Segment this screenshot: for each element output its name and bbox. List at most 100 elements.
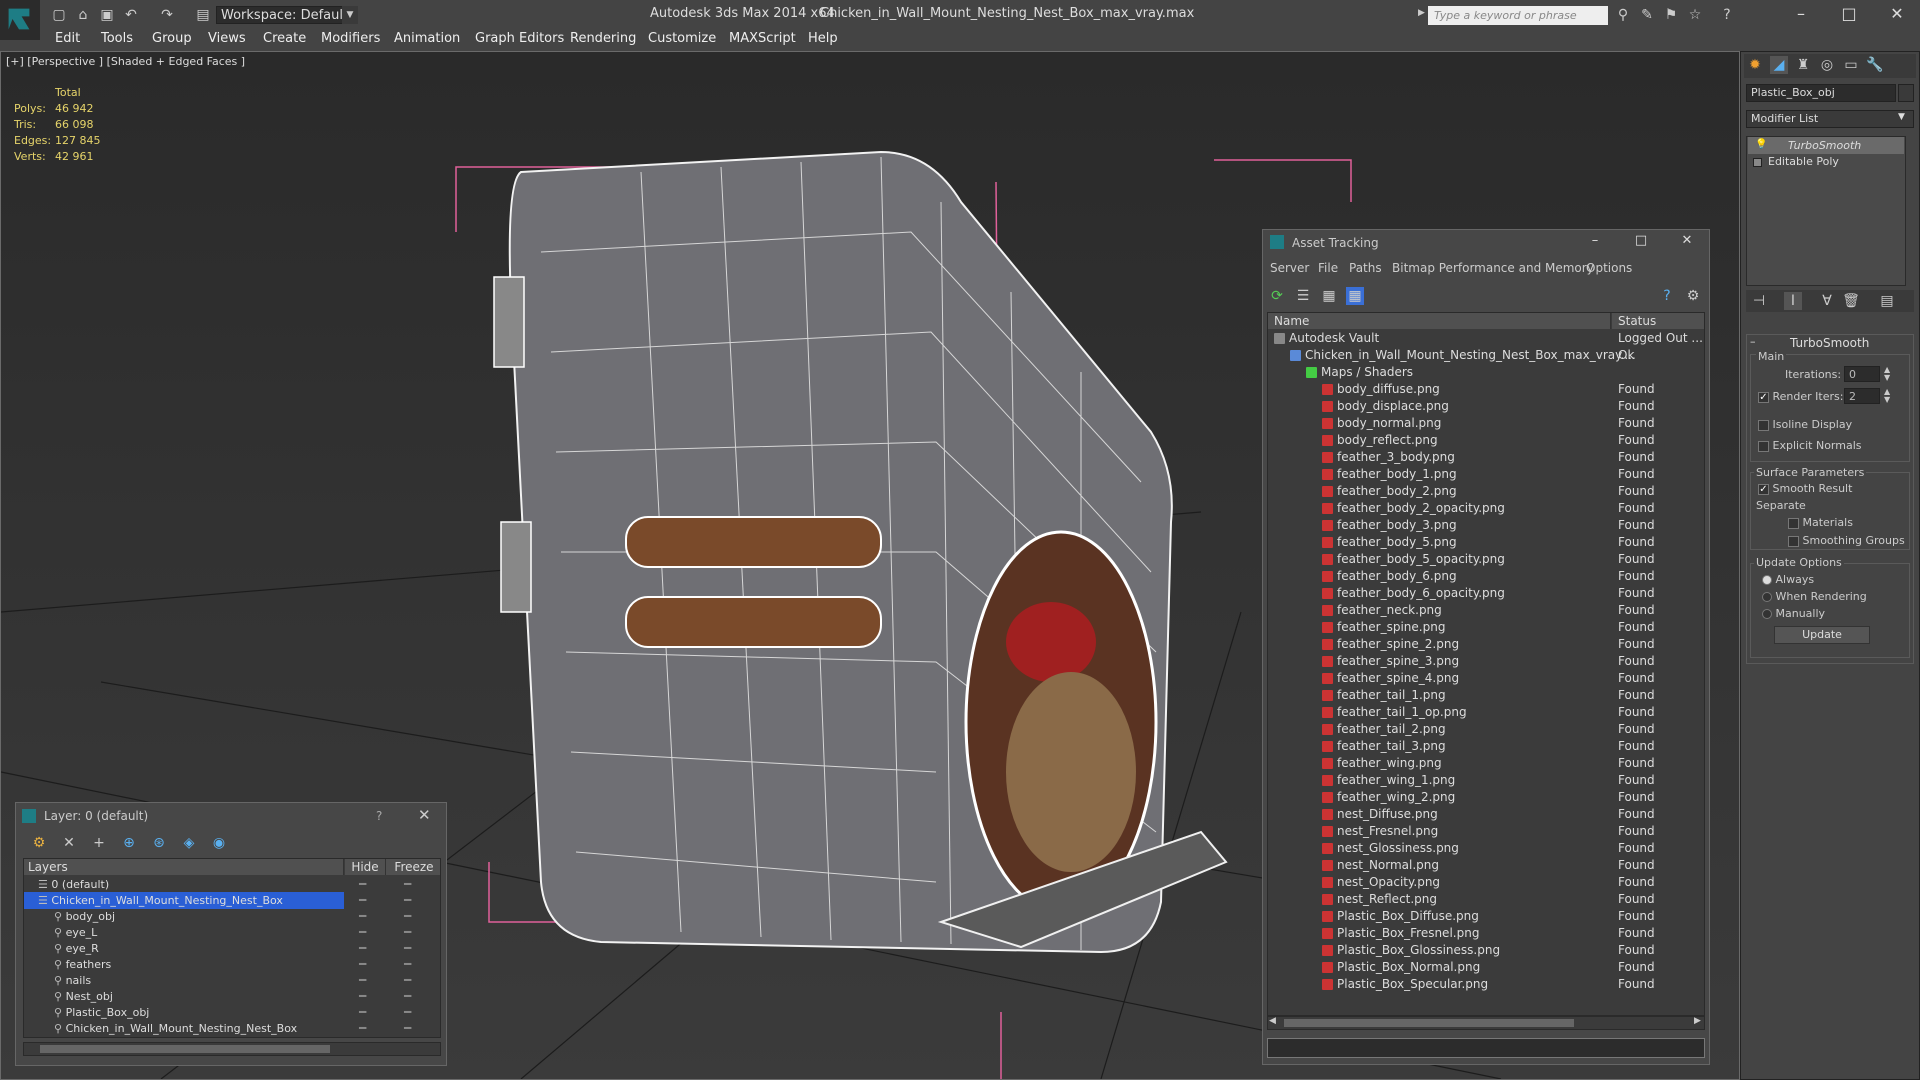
minimize-icon[interactable]: – [1580,229,1610,253]
delete-layer-icon[interactable]: ✕ [60,834,78,852]
asset-row[interactable]: Plastic_Box_Normal.png [1322,959,1480,976]
maximize-icon[interactable]: □ [1626,229,1656,253]
asset-row[interactable]: feather_body_2.png [1322,483,1457,500]
at-menu-server[interactable]: Server [1270,261,1309,275]
workspace-dropdown[interactable]: Workspace: Default [216,6,358,24]
asset-row[interactable]: feather_body_5.png [1322,534,1457,551]
modifier-list-dropdown[interactable]: Modifier List [1746,110,1914,128]
menu-graph-editors[interactable]: Graph Editors [475,31,564,46]
menu-views[interactable]: Views [208,31,246,46]
path-field[interactable] [1267,1038,1705,1058]
scrollbar-thumb[interactable] [1284,1019,1574,1027]
hide-toggle[interactable]: ━ [359,1020,366,1037]
always-radio[interactable] [1762,575,1772,585]
isoline-checkbox[interactable] [1758,419,1769,431]
refresh-icon[interactable]: ⟳ [1268,287,1286,305]
asset-row[interactable]: body_displace.png [1322,398,1449,415]
at-menu-file[interactable]: File [1318,261,1338,275]
communication-center-icon[interactable]: ✎ [1638,6,1656,24]
settings-icon[interactable]: ⚙ [1684,287,1702,305]
create-tab-icon[interactable]: ✹ [1746,56,1764,74]
thumbnail-view-icon[interactable]: ▦ [1320,287,1338,305]
chevron-down-icon[interactable]: ▼ [1898,112,1905,122]
display-tab-icon[interactable]: ▭ [1842,56,1860,74]
asset-row[interactable]: Plastic_Box_Fresnel.png [1322,925,1479,942]
hide-toggle[interactable]: ━ [359,892,366,909]
materials-checkbox[interactable] [1788,517,1799,529]
freeze-toggle[interactable]: ━ [404,1020,411,1037]
asset-row[interactable]: feather_wing_1.png [1322,772,1455,789]
asset-row[interactable]: nest_Opacity.png [1322,874,1440,891]
asset-row[interactable]: feather_body_3.png [1322,517,1457,534]
asset-row[interactable]: Maps / Shaders [1306,364,1413,381]
at-horizontal-scrollbar[interactable] [1267,1016,1705,1030]
menu-animation[interactable]: Animation [394,31,460,46]
asset-row[interactable]: feather_tail_1.png [1322,687,1446,704]
hide-toggle[interactable]: ━ [359,908,366,925]
asset-row[interactable]: nest_Reflect.png [1322,891,1437,908]
hide-toggle[interactable]: ━ [359,972,366,989]
asset-row[interactable]: feather_body_2_opacity.png [1322,500,1505,517]
asset-row[interactable]: feather_body_5_opacity.png [1322,551,1505,568]
explicit-normals-checkbox[interactable] [1758,440,1769,452]
layer-row[interactable]: ⚲ Plastic_Box_obj [54,1004,149,1021]
asset-row[interactable]: nest_Fresnel.png [1322,823,1438,840]
stack-item-editable-poly[interactable]: Editable Poly [1748,153,1904,170]
pin-stack-icon[interactable]: ⊣ [1750,292,1768,310]
star-icon[interactable]: ☆ [1686,6,1704,24]
rollout-title[interactable]: TurboSmooth [1790,336,1869,350]
help-icon[interactable]: ? [1658,287,1676,305]
highlight-layer-icon[interactable]: ◈ [180,834,198,852]
menu-group[interactable]: Group [152,31,192,46]
table-view-icon[interactable]: ▦ [1346,287,1364,305]
iterations-spinner[interactable]: 0 [1844,366,1880,382]
render-iters-spinner[interactable]: 2 [1844,388,1880,404]
select-objects-icon[interactable]: ⊛ [150,834,168,852]
layer-row[interactable]: ☰ Chicken_in_Wall_Mount_Nesting_Nest_Box [38,892,283,909]
freeze-toggle[interactable]: ━ [404,956,411,973]
utilities-tab-icon[interactable]: 🔧 [1866,56,1884,74]
asset-row[interactable]: feather_body_6_opacity.png [1322,585,1505,602]
object-name-field[interactable]: Plastic_Box_obj [1746,84,1896,102]
freeze-toggle[interactable]: ━ [404,940,411,957]
asset-row[interactable]: feather_body_1.png [1322,466,1457,483]
minimize-icon[interactable]: – [1786,2,1816,26]
freeze-toggle[interactable]: ━ [404,988,411,1005]
help-icon[interactable]: ? [1718,6,1736,24]
modify-tab-icon[interactable]: ◢ [1770,56,1788,74]
freeze-column-header[interactable]: Freeze [386,859,440,875]
search-expand-icon[interactable]: ▶ [1418,8,1425,18]
open-file-icon[interactable]: ⌂ [74,6,92,24]
add-selection-icon[interactable]: ⊕ [120,834,138,852]
list-view-icon[interactable]: ☰ [1294,287,1312,305]
binoculars-icon[interactable]: ⚲ [1614,6,1632,24]
menu-create[interactable]: Create [263,31,306,46]
freeze-toggle[interactable]: ━ [404,892,411,909]
layer-row[interactable]: ⚲ Chicken_in_Wall_Mount_Nesting_Nest_Box [54,1020,297,1037]
asset-row[interactable]: body_diffuse.png [1322,381,1440,398]
asset-row[interactable]: Plastic_Box_Glossiness.png [1322,942,1500,959]
make-unique-icon[interactable]: ∀ [1818,292,1836,310]
smoothing-groups-checkbox[interactable] [1788,535,1799,547]
object-color-swatch[interactable] [1898,84,1914,102]
hide-toggle[interactable]: ━ [359,876,366,893]
close-icon[interactable]: ✕ [1672,229,1702,253]
layer-settings-icon[interactable]: ⚙ [30,834,48,852]
project-folder-icon[interactable]: ▤ [194,6,212,24]
asset-row[interactable]: feather_spine.png [1322,619,1445,636]
scroll-left-icon[interactable]: ◀ [1269,1016,1276,1026]
asset-row[interactable]: body_normal.png [1322,415,1441,432]
menu-modifiers[interactable]: Modifiers [321,31,380,46]
manually-radio[interactable] [1762,609,1772,619]
asset-row[interactable]: nest_Diffuse.png [1322,806,1438,823]
freeze-toggle[interactable]: ━ [404,876,411,893]
close-icon[interactable]: ✕ [418,806,431,824]
hide-all-layers-icon[interactable]: ◉ [210,834,228,852]
asset-row[interactable]: nest_Glossiness.png [1322,840,1459,857]
freeze-toggle[interactable]: ━ [404,1004,411,1021]
layer-row[interactable]: ☰ 0 (default) [38,876,109,893]
menu-rendering[interactable]: Rendering [570,31,636,46]
configure-modifier-sets-icon[interactable]: ▤ [1878,292,1896,310]
asset-row[interactable]: feather_tail_3.png [1322,738,1446,755]
asset-row[interactable]: Plastic_Box_Diffuse.png [1322,908,1479,925]
